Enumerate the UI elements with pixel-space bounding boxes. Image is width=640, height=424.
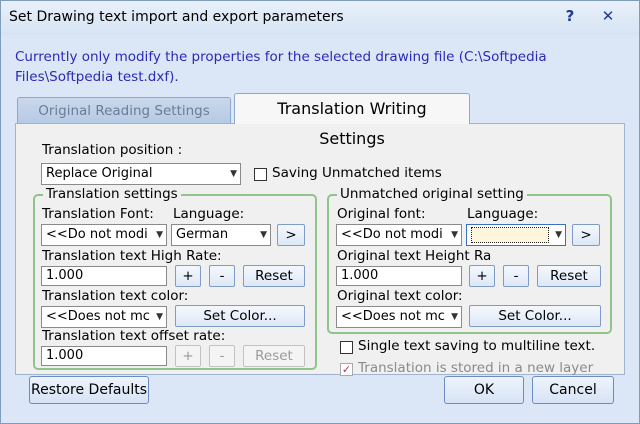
original-height-minus-button[interactable]: - <box>503 265 529 287</box>
original-language-next-button[interactable]: > <box>572 224 600 246</box>
translation-settings-title: Translation settings <box>43 186 181 202</box>
translation-settings-group: Translation settings Translation Font: L… <box>33 186 317 370</box>
chevron-down-icon: ▼ <box>156 230 163 240</box>
offset-reset-button[interactable]: Reset <box>243 345 305 367</box>
single-text-checkbox[interactable] <box>340 341 353 354</box>
translation-position-value: Replace Original <box>46 166 153 181</box>
translation-font-label: Translation Font: <box>42 206 154 222</box>
original-font-select[interactable]: <<Do not modi ▼ <box>336 224 462 246</box>
new-layer-label: Translation is stored in a new layer <box>358 360 594 376</box>
tab-translation-writing-settings[interactable]: Translation Writing Settings <box>234 93 470 148</box>
original-font-value: <<Do not modi <box>341 227 443 242</box>
translation-language-next-button[interactable]: > <box>277 224 305 246</box>
offset-plus-button[interactable]: + <box>175 345 201 367</box>
translation-language-value: German <box>176 227 229 242</box>
new-layer-checkbox[interactable]: ✓ <box>340 363 353 376</box>
translation-font-select[interactable]: <<Do not modi ▼ <box>41 224 167 246</box>
saving-unmatched-checkbox[interactable] <box>254 168 267 181</box>
translation-color-value: <<Does not mc <box>46 309 150 324</box>
close-icon[interactable]: ✕ <box>595 5 621 27</box>
unmatched-original-group: Unmatched original setting Original font… <box>327 186 612 334</box>
original-font-label: Original font: <box>337 206 426 222</box>
translation-position-select[interactable]: Replace Original ▼ <box>41 163 241 185</box>
original-height-plus-button[interactable]: + <box>469 265 495 287</box>
translation-high-rate-input[interactable]: 1.000 <box>41 266 167 286</box>
original-height-label: Original text Height Ra <box>337 248 492 264</box>
unmatched-original-title: Unmatched original setting <box>337 186 527 202</box>
chevron-down-icon: ▼ <box>555 230 562 240</box>
translation-writing-panel: Translation position : Replace Original … <box>15 123 625 376</box>
cancel-button[interactable]: Cancel <box>532 376 614 404</box>
original-color-value: <<Does not mc <box>341 309 445 324</box>
restore-defaults-button[interactable]: Restore Defaults <box>29 376 149 404</box>
chevron-down-icon: ▼ <box>156 312 163 322</box>
help-icon[interactable]: ? <box>557 5 583 27</box>
single-text-label: Single text saving to multiline text. <box>358 338 596 354</box>
original-language-label: Language: <box>467 206 539 222</box>
original-height-input[interactable]: 1.000 <box>336 266 462 286</box>
offset-minus-button[interactable]: - <box>209 345 235 367</box>
translation-offset-input[interactable]: 1.000 <box>41 346 167 366</box>
translation-set-color-button[interactable]: Set Color... <box>175 305 305 327</box>
original-language-value <box>471 227 549 243</box>
translation-language-select[interactable]: German ▼ <box>171 224 271 246</box>
title-bar: Set Drawing text import and export param… <box>1 1 639 35</box>
chevron-down-icon: ▼ <box>260 230 267 240</box>
high-rate-plus-button[interactable]: + <box>175 265 201 287</box>
original-color-select[interactable]: <<Does not mc ▼ <box>336 306 462 328</box>
translation-position-label: Translation position : <box>42 142 183 158</box>
translation-high-rate-label: Translation text High Rate: <box>42 248 222 264</box>
high-rate-reset-button[interactable]: Reset <box>243 265 305 287</box>
saving-unmatched-label: Saving Unmatched items <box>272 165 442 181</box>
chevron-down-icon: ▼ <box>451 312 458 322</box>
chevron-down-icon: ▼ <box>451 230 458 240</box>
chevron-down-icon: ▼ <box>230 169 237 179</box>
translation-color-select[interactable]: <<Does not mc ▼ <box>41 306 167 328</box>
original-set-color-button[interactable]: Set Color... <box>469 305 601 327</box>
translation-font-value: <<Do not modi <box>46 227 148 242</box>
ok-button[interactable]: OK <box>444 376 524 404</box>
selected-file-info: Currently only modify the properties for… <box>15 49 547 85</box>
original-language-select[interactable]: ▼ <box>466 224 566 246</box>
high-rate-minus-button[interactable]: - <box>209 265 235 287</box>
window-title: Set Drawing text import and export param… <box>9 9 344 25</box>
original-height-reset-button[interactable]: Reset <box>537 265 601 287</box>
translation-language-label: Language: <box>173 206 245 222</box>
translation-offset-label: Translation text offset rate: <box>42 328 226 344</box>
translation-color-label: Translation text color: <box>42 288 189 304</box>
original-color-label: Original text color: <box>337 288 463 304</box>
dialog-window: Set Drawing text import and export param… <box>0 0 640 424</box>
tab-original-reading-settings[interactable]: Original Reading Settings <box>17 97 231 124</box>
